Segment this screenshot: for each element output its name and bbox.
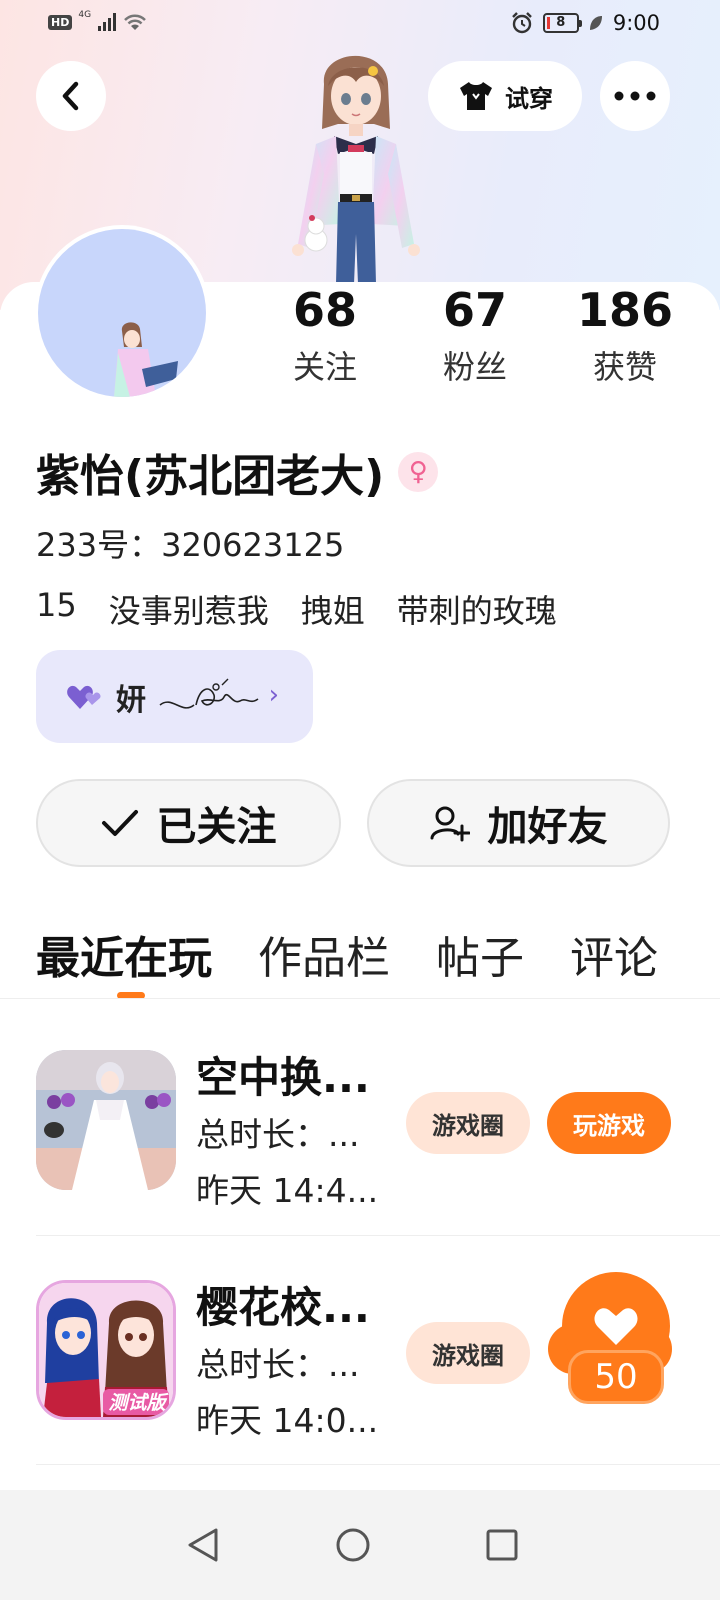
stat-following[interactable]: 68 关注 bbox=[250, 282, 400, 388]
stat-following-label: 关注 bbox=[292, 348, 357, 386]
like-count: 50 bbox=[568, 1350, 664, 1404]
game-thumbnail bbox=[36, 1050, 176, 1190]
beta-badge-text: 测试版 bbox=[108, 1392, 166, 1414]
avatar-character-figure bbox=[292, 55, 420, 284]
avatar-figure bbox=[114, 322, 178, 397]
game-circle-button[interactable]: 游戏圈 bbox=[406, 1322, 530, 1384]
stat-likes-label: 获赞 bbox=[592, 348, 657, 386]
stat-likes[interactable]: 186 获赞 bbox=[550, 282, 700, 388]
game-duration: 总时长：... bbox=[196, 1345, 360, 1384]
signal-icon bbox=[98, 13, 117, 31]
tab-posts[interactable]: 帖子 bbox=[436, 922, 524, 986]
try-on-label: 试穿 bbox=[505, 84, 553, 113]
profile-page: HD 4G 8 9:00 试穿 68 关注 67 粉丝 186 获赞 紫怡(苏北… bbox=[0, 0, 720, 1600]
heart-icon bbox=[594, 1308, 638, 1345]
square-recents-icon bbox=[486, 1529, 518, 1561]
double-heart-icon bbox=[67, 685, 101, 709]
hd-icon: HD bbox=[48, 14, 73, 30]
try-on-button[interactable]: 试穿 bbox=[428, 61, 582, 131]
list-item[interactable]: 空中换... 总时长：... 昨天 14:4... 游戏圈 玩游戏 bbox=[0, 1000, 720, 1230]
add-user-icon bbox=[430, 806, 470, 842]
status-left: HD 4G bbox=[48, 10, 148, 32]
profile-tabs: 最近在玩 作品栏 帖子 评论 bbox=[36, 922, 658, 986]
more-dots-icon bbox=[614, 91, 656, 101]
following-label: 已关注 bbox=[156, 804, 277, 850]
user-name: 紫怡(苏北团老大) bbox=[36, 451, 385, 502]
game-title: 樱花校... bbox=[196, 1283, 370, 1332]
triangle-back-icon bbox=[188, 1528, 218, 1562]
leaf-icon bbox=[589, 16, 602, 30]
battery-icon: 8 bbox=[542, 13, 582, 33]
tab-works[interactable]: 作品栏 bbox=[258, 922, 390, 986]
chevron-left-icon bbox=[62, 81, 79, 111]
stat-followers-count: 67 bbox=[442, 283, 507, 337]
row-divider bbox=[36, 1464, 720, 1465]
nav-recents-button[interactable] bbox=[467, 1510, 537, 1580]
nav-back-button[interactable] bbox=[168, 1510, 238, 1580]
following-button[interactable]: 已关注 bbox=[36, 779, 341, 867]
game-last-played: 昨天 14:0... bbox=[196, 1401, 379, 1440]
stat-following-count: 68 bbox=[292, 283, 357, 337]
relationship-name: 妍 bbox=[116, 682, 146, 718]
more-button[interactable] bbox=[600, 61, 670, 131]
check-icon bbox=[101, 810, 138, 836]
tag-item: 没事别惹我 bbox=[108, 592, 269, 630]
alarm-icon bbox=[511, 12, 532, 34]
game-icon-wedding bbox=[36, 1050, 176, 1190]
play-game-button[interactable]: 玩游戏 bbox=[547, 1092, 671, 1154]
game-title: 空中换... bbox=[196, 1053, 370, 1102]
game-last-played: 昨天 14:4... bbox=[196, 1171, 379, 1210]
add-friend-label: 加好友 bbox=[487, 804, 608, 850]
stat-followers-label: 粉丝 bbox=[442, 348, 507, 386]
clock-time: 9:00 bbox=[612, 11, 660, 35]
game-circle-button[interactable]: 游戏圈 bbox=[406, 1092, 530, 1154]
tag-age: 15 bbox=[36, 586, 77, 624]
add-friend-button[interactable]: 加好友 bbox=[367, 779, 670, 867]
circle-home-icon bbox=[336, 1528, 370, 1562]
system-navigation-bar bbox=[0, 1490, 720, 1600]
cursive-decoration-icon bbox=[159, 678, 259, 709]
tab-divider bbox=[0, 998, 720, 999]
relationship-badge[interactable]: 妍 › bbox=[36, 650, 313, 743]
stat-followers[interactable]: 67 粉丝 bbox=[400, 282, 550, 388]
user-id: 233号：320623125 bbox=[36, 526, 345, 564]
status-right: 8 9:00 bbox=[510, 11, 660, 35]
stat-likes-count: 186 bbox=[576, 283, 674, 337]
status-bar: HD 4G 8 9:00 bbox=[0, 0, 720, 50]
avatar-image bbox=[38, 229, 206, 397]
tab-recently-played[interactable]: 最近在玩 bbox=[36, 922, 212, 986]
nav-home-button[interactable] bbox=[318, 1510, 388, 1580]
floating-like-button[interactable]: 50 bbox=[548, 1272, 672, 1404]
game-duration: 总时长：... bbox=[196, 1115, 360, 1154]
chevron-right-icon: › bbox=[268, 680, 279, 710]
tag-item: 带刺的玫瑰 bbox=[396, 592, 557, 630]
name-row: 紫怡(苏北团老大) ♀ bbox=[36, 440, 439, 504]
profile-tags: 15 没事别惹我 拽姐 带刺的玫瑰 bbox=[36, 586, 557, 632]
female-icon: ♀ bbox=[398, 452, 439, 492]
avatar[interactable] bbox=[34, 225, 210, 401]
tab-comments[interactable]: 评论 bbox=[570, 922, 658, 986]
tshirt-icon bbox=[460, 82, 492, 110]
network-type: 4G bbox=[78, 10, 92, 20]
tag-item: 拽姐 bbox=[300, 592, 365, 630]
wifi-icon bbox=[124, 14, 146, 30]
back-button[interactable] bbox=[36, 61, 106, 131]
profile-stats: 68 关注 67 粉丝 186 获赞 bbox=[250, 282, 710, 388]
